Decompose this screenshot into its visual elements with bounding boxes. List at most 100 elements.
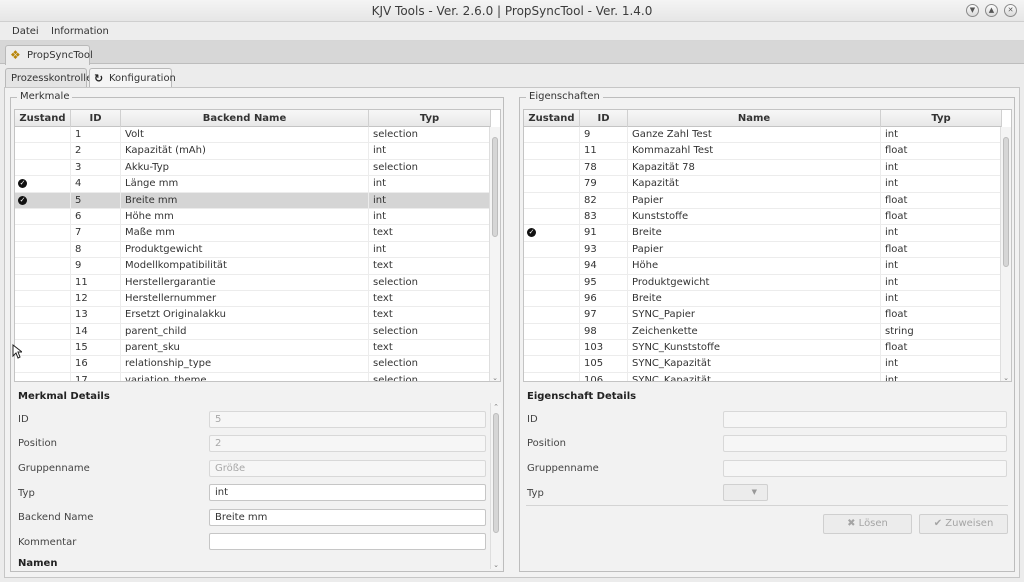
table-row[interactable]: 105 SYNC_Kapazität int <box>524 356 1002 373</box>
table-row[interactable]: 7 Maße mm text <box>15 225 491 242</box>
table-row[interactable]: 83 Kunststoffe float <box>524 208 1002 226</box>
table-row[interactable]: 11 Herstellergarantie selection <box>15 274 491 291</box>
table-row[interactable]: ✓ 5 Breite mm int <box>15 192 491 209</box>
id-cell: 93 <box>580 241 628 258</box>
id-cell: 2 <box>71 143 121 160</box>
table-row[interactable]: 9 Ganze Zahl Test int <box>524 127 1002 144</box>
col-id[interactable]: ID <box>71 110 121 127</box>
table-row[interactable]: ✓ 4 Länge mm int <box>15 176 491 193</box>
table-row[interactable]: 11 Kommazahl Test float <box>524 143 1002 160</box>
id-cell: 103 <box>580 340 628 357</box>
merkmale-group: Merkmale Zustand ID Backend Name Typ 1 Vo… <box>10 91 504 572</box>
name-cell: parent_child <box>121 323 369 340</box>
name-cell: Herstellernummer <box>121 290 369 307</box>
table-row[interactable]: 2 Kapazität (mAh) int <box>15 143 491 160</box>
scroll-up-icon[interactable]: ⌃ <box>492 403 500 411</box>
minimize-icon[interactable]: ▼ <box>966 4 979 17</box>
id-cell: 82 <box>580 192 628 209</box>
scroll-down-icon[interactable]: ⌄ <box>492 561 500 569</box>
tab-prozesskontrolle[interactable]: Prozesskontrolle <box>5 68 92 89</box>
subtab-strip: Prozesskontrolle ↻ Konfiguration <box>0 64 1024 89</box>
col-typ[interactable]: Typ <box>369 110 491 127</box>
typ-cell: string <box>881 323 1002 340</box>
table-row[interactable]: 16 relationship_type selection <box>15 356 491 373</box>
zustand-cell <box>15 340 71 357</box>
merkmal-details-scroll-thumb[interactable] <box>493 413 499 533</box>
checkmark-icon: ✔ <box>933 518 943 529</box>
id-cell: 13 <box>71 307 121 324</box>
merkmal-position-field: 2 <box>209 435 486 452</box>
refresh-icon: ↻ <box>94 72 104 85</box>
close-icon: ✖ <box>847 518 856 529</box>
table-row[interactable]: 13 Ersetzt Originalakku text <box>15 307 491 324</box>
table-row[interactable]: 3 Akku-Typ selection <box>15 159 491 177</box>
col-zustand[interactable]: Zustand <box>524 110 580 127</box>
table-row[interactable]: 9 Modellkompatibilität text <box>15 258 491 275</box>
merkmal-kommentar-field[interactable] <box>209 533 486 550</box>
table-row[interactable]: ✓ 91 Breite int <box>524 225 1002 242</box>
merkmal-typ-label: Typ <box>18 488 35 499</box>
table-row[interactable]: 93 Papier float <box>524 241 1002 259</box>
typ-cell: int <box>881 274 1002 291</box>
zuweisen-button[interactable]: ✔ Zuweisen <box>919 514 1008 534</box>
eigenschaften-scrollbar[interactable]: ⌄ <box>1000 127 1011 381</box>
merkmale-scroll-thumb[interactable] <box>492 137 498 237</box>
id-cell: 3 <box>71 159 121 176</box>
eigenschaft-typ-select[interactable]: ▼ <box>723 484 768 501</box>
table-row[interactable]: 78 Kapazität 78 int <box>524 159 1002 177</box>
table-row[interactable]: 96 Breite int <box>524 290 1002 308</box>
table-row[interactable]: 8 Produktgewicht int <box>15 241 491 259</box>
table-row[interactable]: 6 Höhe mm int <box>15 208 491 226</box>
table-row[interactable]: 97 SYNC_Papier float <box>524 307 1002 324</box>
table-row[interactable]: 79 Kapazität int <box>524 176 1002 193</box>
zustand-cell <box>15 159 71 176</box>
tab-konfiguration[interactable]: ↻ Konfiguration <box>89 68 176 89</box>
zustand-cell <box>524 307 580 324</box>
close-icon[interactable]: ✕ <box>1004 4 1017 17</box>
table-row[interactable]: 94 Höhe int <box>524 258 1002 275</box>
merkmal-backend-name-field[interactable]: Breite mm <box>209 509 486 526</box>
col-typ[interactable]: Typ <box>881 110 1002 127</box>
table-row[interactable]: 103 SYNC_Kunststoffe float <box>524 340 1002 357</box>
scroll-down-icon[interactable]: ⌄ <box>1002 374 1010 381</box>
col-id[interactable]: ID <box>580 110 628 127</box>
col-backend-name[interactable]: Backend Name <box>121 110 369 127</box>
id-cell: 7 <box>71 225 121 242</box>
table-row[interactable]: 15 parent_sku text <box>15 340 491 357</box>
loesen-button[interactable]: ✖ Lösen <box>823 514 912 534</box>
name-cell: Breite <box>628 290 881 307</box>
merkmale-scrollbar[interactable]: ⌄ <box>489 127 500 381</box>
typ-cell: selection <box>369 274 491 291</box>
name-cell: Herstellergarantie <box>121 274 369 291</box>
zustand-cell <box>524 274 580 291</box>
scroll-down-icon[interactable]: ⌄ <box>491 374 499 381</box>
id-cell: 9 <box>580 127 628 143</box>
merkmale-table-header: Zustand ID Backend Name Typ <box>15 110 491 127</box>
table-row[interactable]: 82 Papier float <box>524 192 1002 209</box>
name-cell: Produktgewicht <box>121 241 369 258</box>
table-row[interactable]: 1 Volt selection <box>15 127 491 144</box>
typ-cell: float <box>881 208 1002 225</box>
menu-information[interactable]: Information <box>51 26 109 37</box>
table-row[interactable]: 98 Zeichenkette string <box>524 323 1002 341</box>
window-titlebar: KJV Tools - Ver. 2.6.0 | PropSyncTool - … <box>0 0 1024 22</box>
col-zustand[interactable]: Zustand <box>15 110 71 127</box>
col-name[interactable]: Name <box>628 110 881 127</box>
tab-propsynctool[interactable]: ❖ PropSyncTool <box>5 45 93 65</box>
maximize-icon[interactable]: ▲ <box>985 4 998 17</box>
table-row[interactable]: 95 Produktgewicht int <box>524 274 1002 291</box>
zustand-cell <box>15 143 71 160</box>
eigenschaft-typ-label: Typ <box>527 488 544 499</box>
typ-cell: float <box>881 241 1002 258</box>
table-row[interactable]: 106 SYNC_Kapazität int <box>524 372 1002 381</box>
zustand-cell <box>524 290 580 307</box>
table-row[interactable]: 17 variation_theme selection <box>15 372 491 381</box>
menu-datei[interactable]: Datei <box>12 26 39 37</box>
table-row[interactable]: 12 Herstellernummer text <box>15 290 491 308</box>
eigenschaft-id-label: ID <box>527 414 538 425</box>
id-cell: 94 <box>580 258 628 275</box>
eigenschaften-scroll-thumb[interactable] <box>1003 137 1009 267</box>
merkmal-typ-field[interactable]: int <box>209 484 486 501</box>
merkmal-details-scrollbar[interactable]: ⌃ ⌄ <box>490 403 501 569</box>
table-row[interactable]: 14 parent_child selection <box>15 323 491 341</box>
